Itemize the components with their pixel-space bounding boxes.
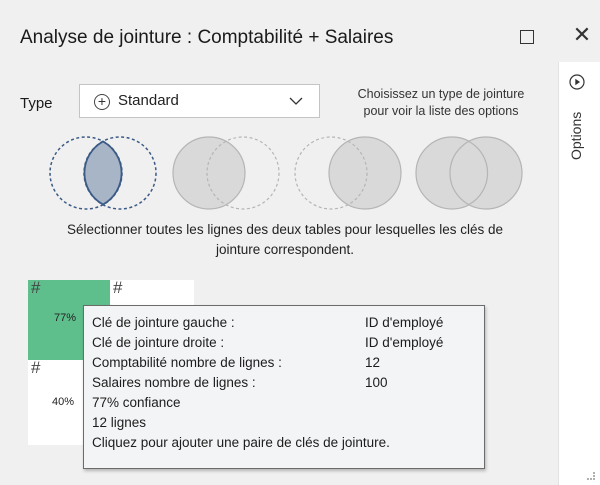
tooltip-key: Clé de jointure gauche : bbox=[92, 315, 235, 330]
chevron-down-icon bbox=[289, 97, 303, 105]
tooltip-key: Comptabilité nombre de lignes : bbox=[92, 355, 282, 370]
cell-percentage: 77% bbox=[54, 312, 77, 324]
options-tab-label: Options bbox=[568, 111, 584, 160]
join-description-line-2: jointure correspondent. bbox=[215, 242, 355, 257]
inner-join-venn-option[interactable] bbox=[48, 133, 158, 213]
maximize-icon[interactable] bbox=[520, 30, 534, 44]
dialog-title: Analyse de jointure : Comptabilité + Sal… bbox=[20, 27, 394, 48]
cell-percentage: 40% bbox=[52, 396, 75, 408]
main-panel: Analyse de jointure : Comptabilité + Sal… bbox=[0, 0, 591, 485]
play-circle-icon bbox=[569, 74, 585, 90]
tooltip-action-hint: Cliquez pour ajouter une paire de clés d… bbox=[92, 435, 390, 450]
numeric-field-icon: # bbox=[31, 278, 41, 297]
join-type-dropdown[interactable]: + Standard bbox=[79, 84, 320, 118]
join-analysis-dialog: Analyse de jointure : Comptabilité + Sal… bbox=[0, 0, 600, 485]
tooltip-confidence: 77% confiance bbox=[92, 395, 181, 410]
hint-line-1: Choisissez un type de jointure bbox=[357, 87, 525, 101]
tooltip-row: Clé de jointure droite : ID d'employé bbox=[92, 333, 476, 353]
left-join-venn-option[interactable] bbox=[171, 133, 281, 213]
tooltip-value: ID d'employé bbox=[365, 335, 444, 350]
join-type-venn-options bbox=[48, 133, 530, 213]
tooltip-value: 12 bbox=[365, 355, 381, 370]
close-icon[interactable]: ✕ bbox=[571, 24, 593, 46]
join-description-line-1: Sélectionner toutes les lignes des deux … bbox=[66, 222, 503, 237]
tooltip-value: 100 bbox=[365, 375, 388, 390]
tooltip-row: Salaires nombre de lignes : 100 bbox=[92, 373, 476, 393]
join-description: Sélectionner toutes les lignes des deux … bbox=[20, 220, 550, 260]
tooltip-key: Clé de jointure droite : bbox=[92, 335, 225, 350]
plus-circle-icon: + bbox=[94, 94, 110, 110]
resize-grip-icon[interactable] bbox=[586, 471, 596, 481]
join-key-tooltip[interactable]: Clé de jointure gauche : ID d'employé Cl… bbox=[83, 305, 485, 469]
numeric-field-icon: # bbox=[31, 358, 41, 377]
tooltip-value: ID d'employé bbox=[365, 315, 444, 330]
full-outer-join-venn-option[interactable] bbox=[414, 133, 524, 213]
join-type-hint: Choisissez un type de jointure pour voir… bbox=[330, 86, 552, 120]
numeric-field-icon: # bbox=[113, 278, 123, 297]
tooltip-key: Salaires nombre de lignes : bbox=[92, 375, 256, 390]
tooltip-row: Comptabilité nombre de lignes : 12 bbox=[92, 353, 476, 373]
tooltip-row-count: 12 lignes bbox=[92, 415, 147, 430]
join-type-label: Type bbox=[20, 95, 53, 112]
right-join-venn-option[interactable] bbox=[293, 133, 403, 213]
options-tab[interactable]: Options bbox=[562, 70, 592, 162]
join-type-selected-value: Standard bbox=[118, 92, 179, 109]
tooltip-row: Clé de jointure gauche : ID d'employé bbox=[92, 313, 476, 333]
hint-line-2: pour voir la liste des options bbox=[363, 104, 519, 118]
